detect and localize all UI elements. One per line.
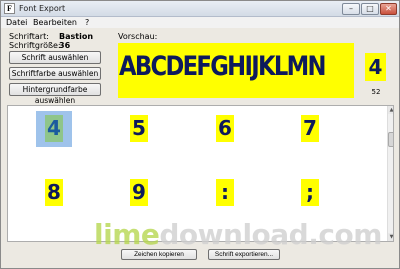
choose-font-color-button[interactable]: Schriftfarbe auswählen xyxy=(9,67,101,80)
selected-char-code: 52 xyxy=(371,88,381,96)
font-size-label: Schriftgröße: xyxy=(9,41,61,50)
close-icon[interactable]: ✕ xyxy=(380,3,397,15)
font-app-icon: F xyxy=(4,3,15,14)
choose-background-color-button[interactable]: Hintergrundfarbe auswählen xyxy=(9,83,101,105)
title-bar: F Font Export – □ ✕ xyxy=(1,1,399,17)
menu-help[interactable]: ? xyxy=(85,18,89,27)
menu-bar: Datei Bearbeiten ? xyxy=(1,17,399,28)
font-size-value: 36 xyxy=(59,41,71,50)
glyph-cell[interactable]: 8 xyxy=(45,179,63,206)
glyph-cell[interactable]: 6 xyxy=(216,115,234,142)
choose-font-button[interactable]: Schrift auswählen xyxy=(9,51,101,64)
scroll-thumb[interactable] xyxy=(388,132,393,147)
selected-char-preview: 4 xyxy=(365,53,386,81)
preview-text: ABCDEFGHIJKLMN xyxy=(119,51,327,82)
font-label: Schriftart: xyxy=(9,32,49,41)
minimize-icon[interactable]: – xyxy=(342,3,360,15)
copy-characters-button[interactable]: Zeichen kopieren xyxy=(121,249,197,260)
menu-bearbeiten[interactable]: Bearbeiten xyxy=(33,18,77,27)
maximize-icon[interactable]: □ xyxy=(361,3,379,15)
scroll-up-icon[interactable]: ▲ xyxy=(388,106,393,114)
preview-label: Vorschau: xyxy=(118,32,158,41)
watermark: limedownload.com xyxy=(94,219,382,251)
window-title: Font Export xyxy=(19,4,66,13)
glyph-cell[interactable]: 7 xyxy=(301,115,319,142)
glyph-cell[interactable]: ; xyxy=(301,179,319,206)
watermark-part-1: lime xyxy=(94,218,160,251)
glyph-cell[interactable]: 4 xyxy=(45,115,63,142)
menu-datei[interactable]: Datei xyxy=(6,18,27,27)
font-value: Bastion xyxy=(59,32,94,41)
vertical-scrollbar[interactable]: ▲ ▼ xyxy=(387,106,393,241)
font-export-window: F Font Export – □ ✕ Datei Bearbeiten ? S… xyxy=(0,0,400,269)
scroll-down-icon[interactable]: ▼ xyxy=(388,233,393,241)
glyph-cell[interactable]: 5 xyxy=(130,115,148,142)
glyph-cell[interactable]: 9 xyxy=(130,179,148,206)
glyph-cell[interactable]: : xyxy=(216,179,234,206)
preview-area: ABCDEFGHIJKLMN xyxy=(118,43,354,98)
export-font-button[interactable]: Schrift exportieren... xyxy=(208,249,280,260)
watermark-part-2: download.com xyxy=(159,218,382,251)
